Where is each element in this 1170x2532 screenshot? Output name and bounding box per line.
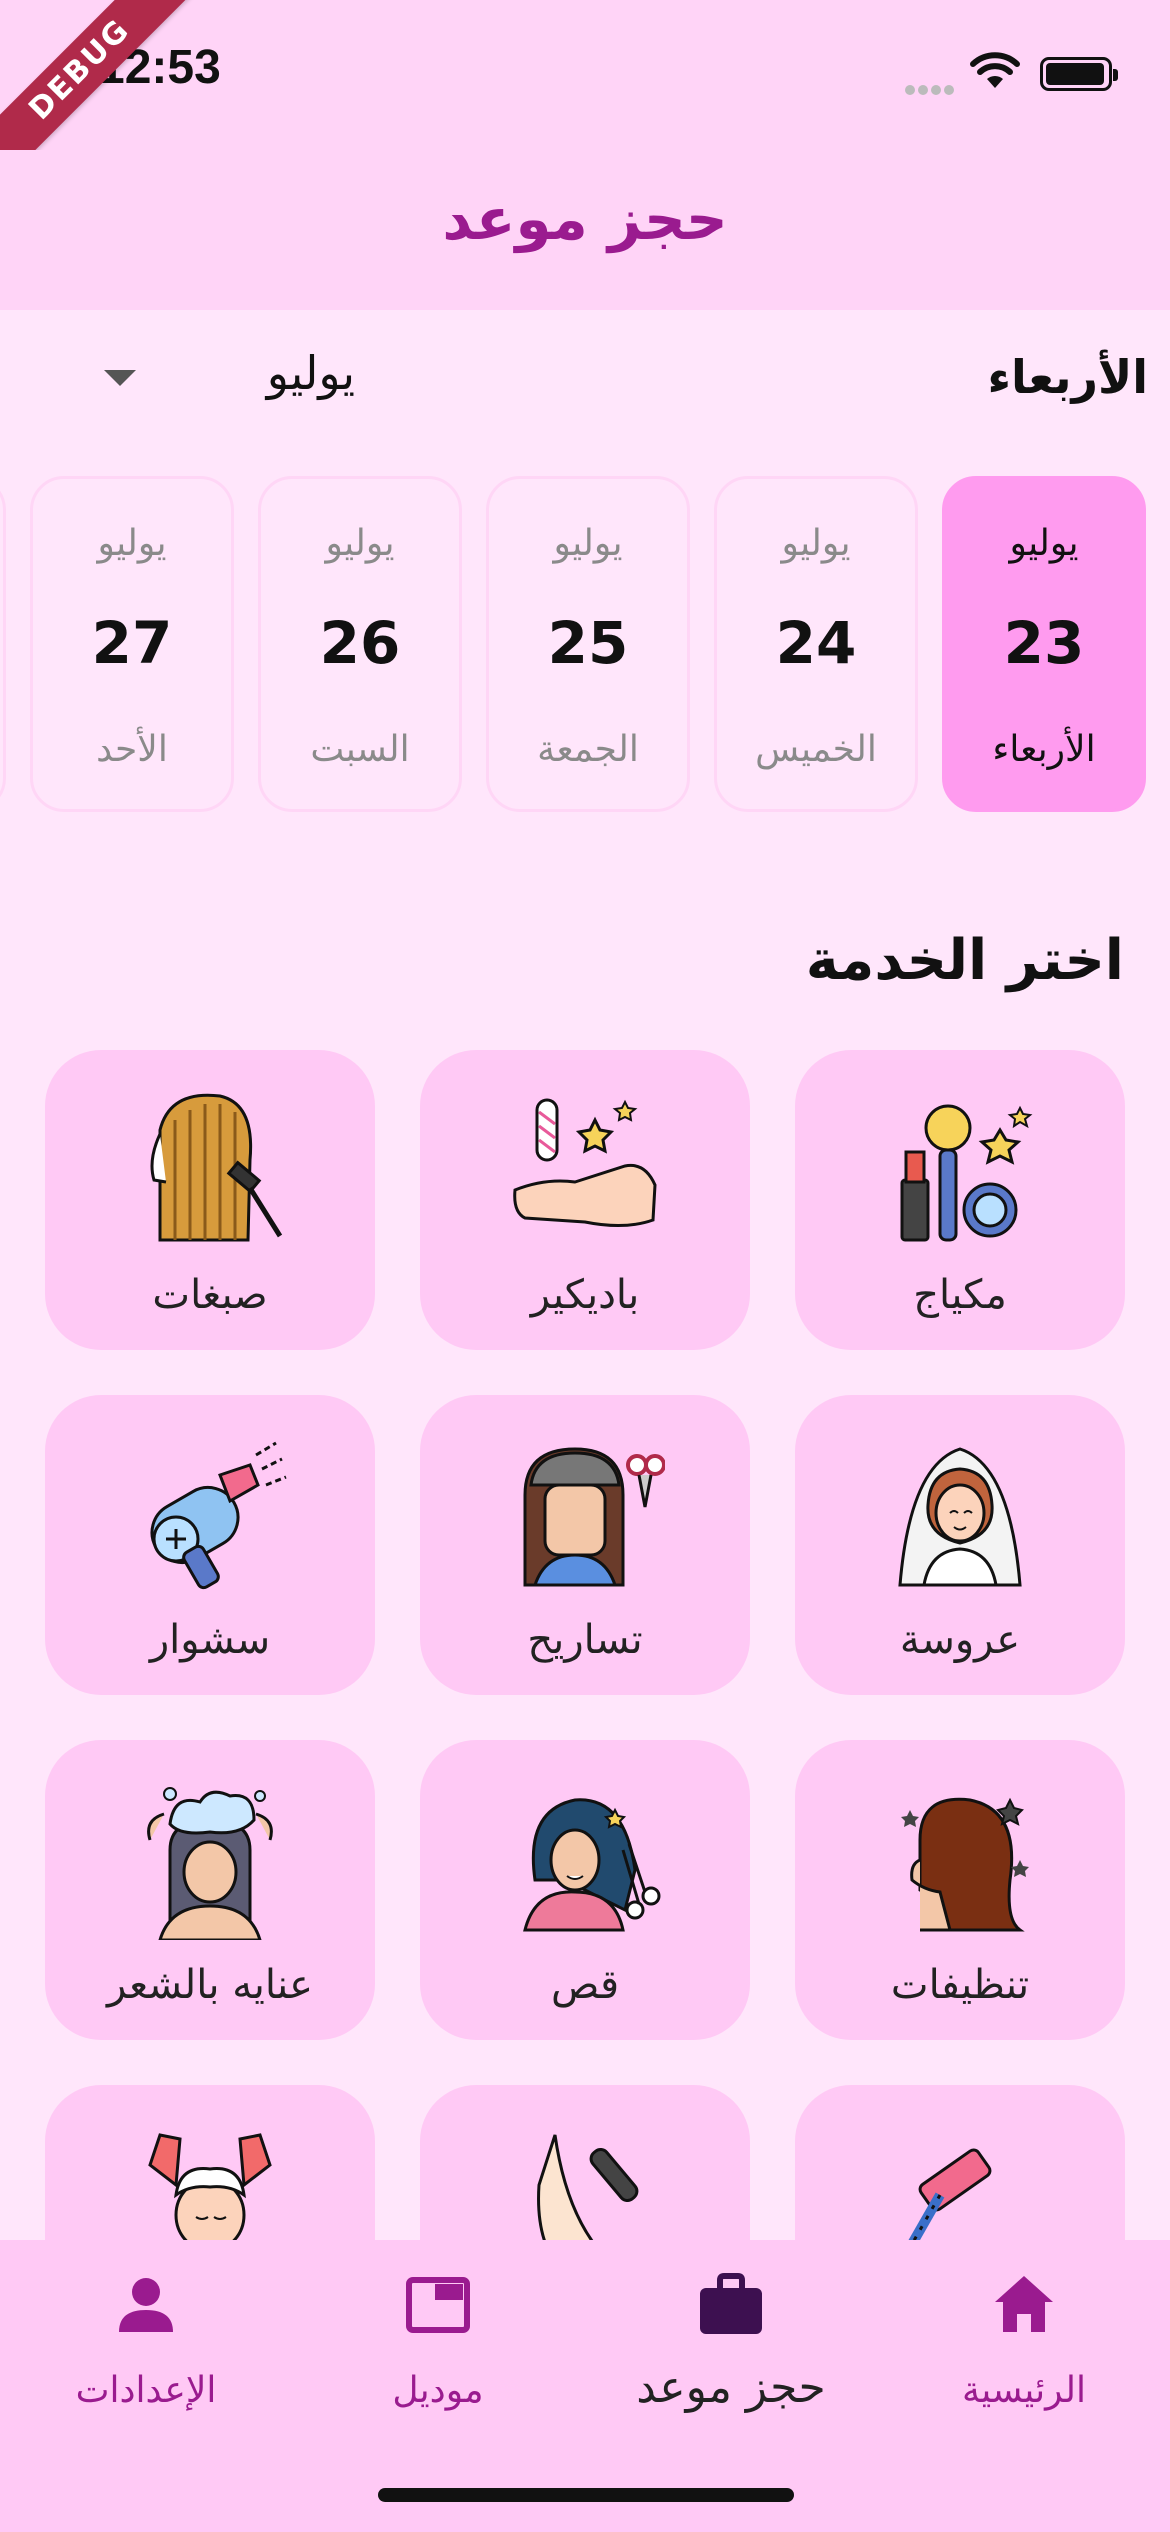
day-card[interactable]: يوليو 23 الأربعاء [942, 476, 1146, 812]
day-card[interactable]: يوليو 26 السبت [258, 476, 462, 812]
service-card-hair-dye[interactable]: صبغات [45, 1050, 375, 1350]
nav-item-model[interactable]: موديل [292, 2270, 584, 2440]
service-card-facial-cleaning[interactable]: تنظيفات [795, 1740, 1125, 2040]
nav-item-label: الرئيسية [962, 2370, 1086, 2411]
service-card-foot-care[interactable] [420, 2085, 750, 2240]
service-card-waxing[interactable] [795, 2085, 1125, 2240]
day-card-month: يوليو [1009, 523, 1079, 564]
service-card-bride[interactable]: عروسة [795, 1395, 1125, 1695]
dropdown-caret-icon [104, 370, 136, 386]
nav-item-settings[interactable]: الإعدادات [0, 2270, 292, 2440]
service-card-massage[interactable] [45, 2085, 375, 2240]
nav-item-booking[interactable]: حجز موعد [585, 2270, 877, 2440]
makeup-icon [900, 1104, 1033, 1242]
status-bar: 12:53 [0, 0, 1170, 150]
service-card-hair-care[interactable]: عنايه بالشعر [45, 1740, 375, 2040]
massage-icon [148, 2133, 272, 2240]
cellular-signal-icon [905, 80, 957, 99]
service-label: تساريح [527, 1617, 643, 1663]
hairstyle-icon [523, 1447, 665, 1587]
day-card-partial[interactable] [0, 476, 6, 812]
person-icon [119, 2278, 173, 2332]
service-label: قص [550, 1962, 620, 2008]
nav-item-label: موديل [392, 2370, 484, 2411]
service-label: صبغات [152, 1272, 268, 1318]
selected-day-label: الأربعاء [987, 350, 1148, 404]
hair-dye-icon [150, 1093, 283, 1242]
day-card-weekday: الأربعاء [992, 729, 1096, 770]
wifi-icon [970, 52, 1020, 88]
day-card-weekday: الجمعة [537, 729, 639, 770]
day-card-weekday: الأحد [96, 729, 168, 770]
days-strip[interactable]: يوليو 23 الأربعاء يوليو 24 الخميس يوليو … [0, 476, 1170, 812]
day-card-weekday: الخميس [755, 729, 877, 770]
waxing-icon [908, 2148, 992, 2240]
day-card[interactable]: يوليو 27 الأحد [30, 476, 234, 812]
day-card-month: يوليو [781, 523, 851, 564]
day-card-date: 25 [547, 609, 629, 677]
app-bar: حجز موعد [0, 150, 1170, 310]
services-grid: مكياج باديكير صبغات عروسة تساريح سشوار ت… [0, 1050, 1170, 2240]
nav-item-label: الإعدادات [75, 2370, 217, 2411]
service-card-hairstyle[interactable]: تساريح [420, 1395, 750, 1695]
day-card[interactable]: يوليو 24 الخميس [714, 476, 918, 812]
briefcase-icon [700, 2273, 762, 2334]
service-label: باديكير [530, 1272, 640, 1318]
battery-icon [1040, 57, 1118, 91]
service-label: مكياج [913, 1272, 1007, 1318]
bride-icon [898, 1447, 1022, 1587]
service-label: تنظيفات [890, 1962, 1030, 2008]
day-card-date: 24 [775, 609, 857, 677]
service-label: عنايه بالشعر [107, 1962, 313, 2008]
nav-item-label: حجز موعد [636, 2362, 826, 2413]
day-card-weekday: السبت [310, 729, 410, 770]
hair-care-icon [147, 1787, 273, 1940]
day-card[interactable]: يوليو 25 الجمعة [486, 476, 690, 812]
service-card-hair-dryer[interactable]: سشوار [45, 1395, 375, 1695]
gallery-icon [406, 2277, 470, 2333]
day-card-date: 26 [319, 609, 401, 677]
day-card-month: يوليو [325, 523, 395, 564]
service-card-haircut[interactable]: قص [420, 1740, 750, 2040]
facial-cleaning-icon [901, 1797, 1029, 1932]
service-label: عروسة [899, 1617, 1021, 1663]
foot-care-icon [537, 2134, 639, 2240]
services-section-title: اختر الخدمة [805, 928, 1124, 993]
haircut-icon [523, 1798, 661, 1932]
day-card-month: يوليو [553, 523, 623, 564]
page-title: حجز موعد [442, 185, 728, 253]
nav-item-home[interactable]: الرئيسية [878, 2270, 1170, 2440]
date-selector-header: الأربعاء يوليو [0, 346, 1170, 420]
service-card-makeup[interactable]: مكياج [795, 1050, 1125, 1350]
pedicure-hand-icon [513, 1098, 657, 1228]
day-card-date: 27 [91, 609, 173, 677]
hair-dryer-icon [150, 1441, 287, 1590]
home-indicator [378, 2488, 794, 2502]
service-label: سشوار [149, 1617, 271, 1663]
day-card-month: يوليو [97, 523, 167, 564]
day-card-date: 23 [1003, 609, 1085, 677]
home-icon [995, 2276, 1053, 2332]
month-dropdown[interactable]: يوليو [90, 346, 420, 416]
month-dropdown-value: يوليو [266, 346, 355, 400]
service-card-pedicure[interactable]: باديكير [420, 1050, 750, 1350]
